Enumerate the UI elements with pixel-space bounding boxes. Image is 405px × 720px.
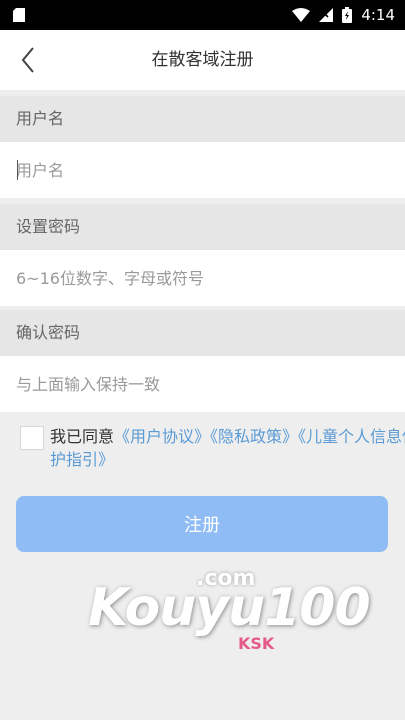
confirm-password-input[interactable]	[0, 356, 405, 412]
confirm-password-field-container	[0, 356, 405, 412]
page-title: 在散客域注册	[151, 50, 254, 70]
password-label: 设置密码	[0, 204, 405, 250]
app-bar: 在散客域注册	[0, 30, 405, 90]
password-field-container	[0, 250, 405, 306]
battery-icon	[342, 7, 353, 23]
username-label: 用户名	[0, 96, 405, 142]
status-time: 4:14	[361, 6, 395, 24]
back-button[interactable]	[8, 40, 48, 80]
privacy-policy-link[interactable]: 《隐私政策》	[210, 427, 298, 446]
username-field-container	[0, 142, 405, 198]
agree-checkbox[interactable]	[20, 426, 44, 450]
agreement-text: 我已同意《用户协议》《隐私政策》《儿童个人信息保护指引》	[50, 425, 405, 471]
agreement-prefix: 我已同意	[50, 427, 115, 446]
status-bar: 4:14	[0, 0, 405, 30]
watermark-logo: .com Kouyu100 KSK	[88, 560, 388, 670]
chevron-left-icon	[21, 47, 34, 73]
password-input[interactable]	[0, 250, 405, 306]
confirm-password-label: 确认密码	[0, 310, 405, 356]
username-input[interactable]	[0, 142, 405, 198]
no-signal-icon	[319, 8, 334, 22]
watermark-sub: KSK	[238, 634, 275, 653]
register-button[interactable]: 注册	[16, 496, 388, 552]
wifi-icon	[292, 8, 311, 22]
text-caret	[17, 160, 18, 180]
watermark-brand: Kouyu100	[88, 578, 371, 638]
sim-card-icon	[13, 8, 25, 22]
user-agreement-link[interactable]: 《用户协议》	[114, 427, 210, 446]
